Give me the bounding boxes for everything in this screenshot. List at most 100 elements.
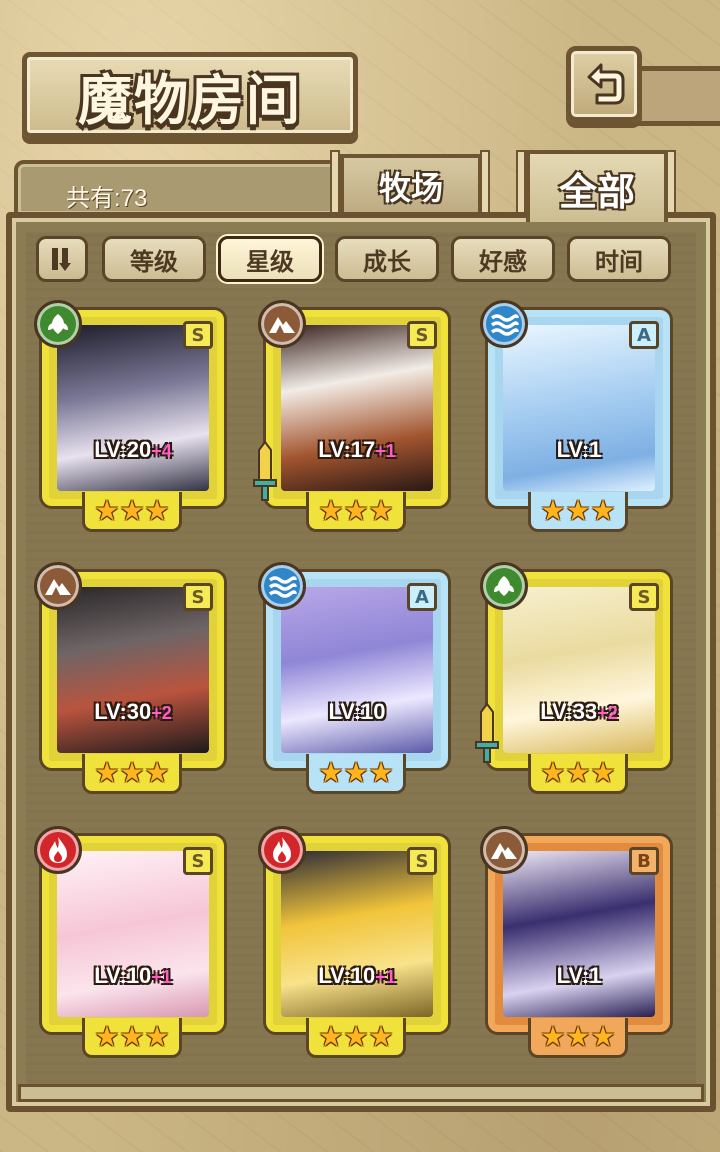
back-arrow-icon	[587, 63, 625, 105]
sort-order-toggle[interactable]	[36, 236, 88, 282]
star-rating: ★ ★ ★	[528, 754, 628, 794]
star-icon: ★	[565, 755, 591, 789]
monster-portrait	[503, 325, 655, 491]
star-icon: ★	[368, 755, 394, 789]
sort-order-icon	[52, 248, 71, 271]
monster-level: LV:17+1	[273, 437, 441, 463]
sort-by-star-button[interactable]: 星级	[218, 236, 322, 282]
monster-count-bar: 共有:73	[14, 160, 344, 218]
star-rating: ★ ★ ★	[306, 754, 406, 794]
monster-portrait	[503, 587, 655, 753]
star-icon: ★	[540, 1019, 566, 1053]
element-badge	[258, 826, 306, 874]
star-icon: ★	[590, 1019, 616, 1053]
star-rating: ★ ★ ★	[306, 492, 406, 532]
tab-pasture[interactable]: 牧场	[340, 154, 482, 214]
star-icon: ★	[144, 755, 170, 789]
element-badge	[258, 562, 306, 610]
star-icon: ★	[343, 1019, 369, 1053]
tab-all[interactable]: 全部	[526, 150, 668, 222]
element-badge	[480, 562, 528, 610]
element-badge	[480, 300, 528, 348]
monster-portrait	[281, 325, 433, 491]
back-rail	[636, 66, 720, 126]
monster-card[interactable]: S LV:10+1 ★ ★ ★	[258, 826, 454, 1058]
tab-post	[330, 150, 340, 220]
element-badge	[258, 300, 306, 348]
star-icon: ★	[590, 755, 616, 789]
star-icon: ★	[540, 755, 566, 789]
mountain-icon	[491, 843, 517, 859]
level-value: LV:1	[556, 963, 602, 988]
level-value: LV:10	[94, 963, 152, 988]
star-rating: ★ ★ ★	[82, 1018, 182, 1058]
star-icon: ★	[565, 493, 591, 527]
level-bonus: +1	[375, 967, 396, 987]
rank-badge: S	[183, 847, 213, 875]
star-icon: ★	[119, 755, 145, 789]
star-icon: ★	[368, 493, 394, 527]
monster-level: LV:1	[495, 437, 663, 463]
monster-card[interactable]: B LV:1 ★ ★ ★	[480, 826, 676, 1058]
star-icon: ★	[94, 755, 120, 789]
back-button[interactable]	[566, 46, 642, 122]
sword-icon	[253, 440, 277, 501]
monster-card[interactable]: S LV:10+1 ★ ★ ★	[34, 826, 230, 1058]
level-bonus: +1	[151, 967, 172, 987]
sort-by-level-button[interactable]: 等级	[102, 236, 206, 282]
star-rating: ★ ★ ★	[528, 492, 628, 532]
monster-portrait	[57, 587, 209, 753]
monster-portrait	[281, 587, 433, 753]
monster-portrait	[281, 851, 433, 1017]
monster-portrait	[57, 851, 209, 1017]
sort-by-time-button[interactable]: 时间	[567, 236, 671, 282]
star-icon: ★	[318, 1019, 344, 1053]
sort-by-affection-button[interactable]: 好感	[451, 236, 555, 282]
leaf-icon	[494, 576, 514, 596]
level-value: LV:10	[318, 963, 376, 988]
flame-icon	[49, 837, 67, 863]
mountain-icon	[45, 579, 71, 595]
monster-card[interactable]: A LV:10 ★ ★ ★	[258, 562, 454, 794]
level-bonus: +1	[375, 441, 396, 461]
sort-by-growth-button[interactable]: 成长	[335, 236, 439, 282]
level-bonus: +2	[597, 703, 618, 723]
monster-level: LV:10+1	[273, 963, 441, 989]
element-badge	[34, 562, 82, 610]
level-value: LV:1	[556, 437, 602, 462]
level-value: LV:10	[328, 699, 386, 724]
element-badge	[480, 826, 528, 874]
panel-bottom-ledge	[18, 1084, 704, 1102]
monster-level: LV:1	[495, 963, 663, 989]
level-bonus: +2	[151, 703, 172, 723]
star-rating: ★ ★ ★	[528, 1018, 628, 1058]
rank-badge: S	[183, 583, 213, 611]
wave-icon	[490, 314, 519, 336]
star-rating: ★ ★ ★	[306, 1018, 406, 1058]
leaf-icon	[48, 314, 68, 334]
star-icon: ★	[94, 493, 120, 527]
star-icon: ★	[343, 493, 369, 527]
wave-icon	[268, 576, 297, 598]
star-icon: ★	[119, 1019, 145, 1053]
monster-card[interactable]: S LV:33+2 ★ ★ ★	[475, 562, 676, 794]
monster-portrait	[57, 325, 209, 491]
monster-count: 共有:73	[66, 185, 148, 212]
rank-badge: A	[407, 583, 437, 611]
monster-card[interactable]: S LV:17+1 ★ ★ ★	[253, 300, 454, 532]
star-icon: ★	[540, 493, 566, 527]
rank-badge: S	[407, 847, 437, 875]
star-rating: ★ ★ ★	[82, 754, 182, 794]
rank-badge: S	[407, 321, 437, 349]
star-icon: ★	[119, 493, 145, 527]
title-plaque: 魔物房间	[22, 52, 358, 138]
star-icon: ★	[565, 1019, 591, 1053]
monster-card[interactable]: S LV:20+4 ★ ★ ★	[34, 300, 230, 532]
monster-level: LV:33+2	[495, 699, 663, 725]
tab-label: 全部	[558, 168, 635, 214]
rank-badge: A	[629, 321, 659, 349]
monster-card[interactable]: A LV:1 ★ ★ ★	[480, 300, 676, 532]
monster-card[interactable]: S LV:30+2 ★ ★ ★	[34, 562, 230, 794]
star-icon: ★	[144, 1019, 170, 1053]
star-icon: ★	[318, 493, 344, 527]
